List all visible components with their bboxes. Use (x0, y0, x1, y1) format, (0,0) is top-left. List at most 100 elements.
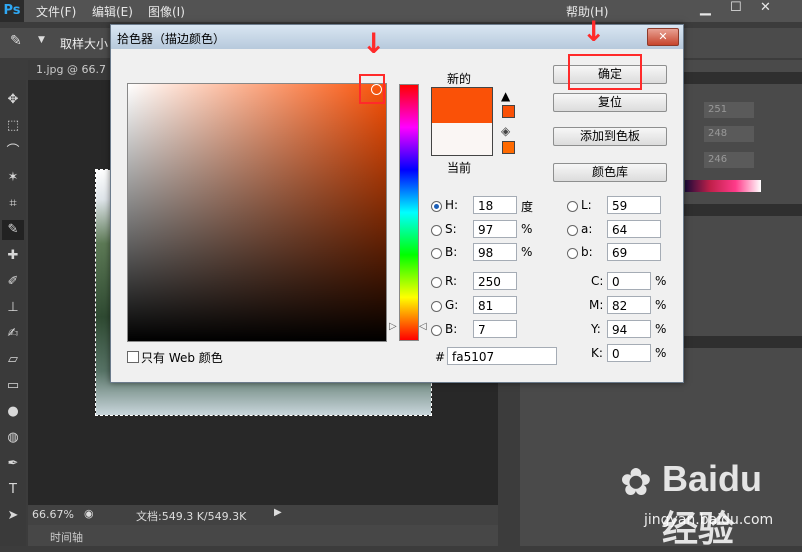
status-menu-arrow-icon[interactable]: ▶ (274, 507, 282, 518)
lab-b-input[interactable]: 69 (607, 243, 661, 261)
web-safe-swatch[interactable] (502, 141, 515, 154)
path-selection-tool-icon[interactable]: ➤ (2, 506, 24, 526)
lab-l-label: L: (581, 198, 592, 212)
eyedropper-tool-icon[interactable]: ✎ (2, 220, 24, 240)
black-label: K: (591, 346, 603, 360)
new-color-swatch (431, 87, 493, 124)
hue-slider[interactable] (399, 84, 419, 341)
magic-wand-tool-icon[interactable]: ✶ (2, 168, 24, 188)
saturation-brightness-field[interactable] (127, 83, 387, 342)
history-brush-tool-icon[interactable]: ✍ (2, 324, 24, 344)
radio-blue[interactable] (431, 325, 442, 336)
move-tool-icon[interactable]: ✥ (2, 90, 24, 110)
photoshop-logo: Ps (0, 0, 24, 22)
hex-label: # (435, 350, 446, 364)
green-label: G: (445, 298, 459, 312)
eyedropper-tool-icon[interactable]: ✎ (10, 33, 22, 49)
hue-label: H: (445, 198, 459, 212)
radio-hue[interactable] (431, 201, 442, 212)
dropdown-arrow-icon[interactable]: ▼ (38, 35, 45, 45)
minimize-icon[interactable]: ▁ (700, 0, 711, 16)
dialog-title: 拾色器（描边颜色） (117, 32, 226, 46)
blur-tool-icon[interactable]: ● (2, 402, 24, 422)
gamut-warning-icon[interactable]: ▲ (501, 89, 510, 103)
gamut-warning-swatch[interactable] (502, 105, 515, 118)
panel-value-field[interactable]: 251 (704, 102, 754, 118)
watermark-url: jingyan.baidu.com (644, 512, 774, 528)
lab-a-label: a: (581, 222, 593, 236)
annotation-arrow-down-icon: ↓ (582, 15, 606, 48)
cyan-input[interactable]: 0 (607, 272, 651, 290)
menu-image[interactable]: 图像(I) (148, 3, 185, 20)
hue-slider-left-arrow-icon[interactable]: ▷ (389, 321, 397, 332)
new-color-label: 新的 (447, 72, 472, 86)
maximize-icon[interactable]: ☐ (730, 0, 742, 15)
green-input[interactable]: 81 (473, 296, 517, 314)
gradient-tool-icon[interactable]: ▭ (2, 376, 24, 396)
dodge-tool-icon[interactable]: ◍ (2, 428, 24, 448)
yellow-label: Y: (591, 322, 601, 336)
brightness-unit: % (521, 245, 533, 259)
hex-input[interactable]: fa5107 (447, 347, 557, 365)
tools-panel: ✥ ⬚ ⌒ ✶ ⌗ ✎ ✚ ✐ ⊥ ✍ ▱ ▭ ● ◍ ✒ T ➤ (0, 80, 26, 546)
healing-brush-tool-icon[interactable]: ✚ (2, 246, 24, 266)
panel-value-field[interactable]: 246 (704, 152, 754, 168)
zoom-readout[interactable]: 66.67% (32, 508, 74, 521)
clone-stamp-tool-icon[interactable]: ⊥ (2, 298, 24, 318)
timeline-label[interactable]: 时间轴 (50, 529, 83, 545)
blue-label: B: (445, 322, 458, 336)
red-input[interactable]: 250 (473, 272, 517, 290)
web-colors-only-checkbox[interactable] (127, 351, 139, 363)
radio-saturation[interactable] (431, 225, 442, 236)
cyan-unit: % (655, 274, 667, 288)
brightness-label: B: (445, 245, 458, 259)
crop-tool-icon[interactable]: ⌗ (2, 194, 24, 214)
hue-slider-right-arrow-icon[interactable]: ◁ (419, 321, 427, 332)
menu-edit[interactable]: 编辑(E) (92, 3, 133, 20)
hue-input[interactable]: 18 (473, 196, 517, 214)
status-info-icon[interactable]: ◉ (84, 507, 94, 520)
black-unit: % (655, 346, 667, 360)
add-to-swatches-button[interactable]: 添加到色板 (553, 127, 667, 146)
close-app-icon[interactable]: ✕ (760, 0, 771, 15)
hue-unit: 度 (521, 200, 534, 214)
radio-green[interactable] (431, 301, 442, 312)
radio-red[interactable] (431, 277, 442, 288)
current-color-swatch[interactable] (431, 123, 493, 156)
web-colors-only-label: 只有 Web 颜色 (141, 351, 223, 365)
menu-file[interactable]: 文件(F) (36, 3, 76, 20)
panel-value-field[interactable]: 248 (704, 126, 754, 142)
saturation-input[interactable]: 97 (473, 220, 517, 238)
timeline-panel: 时间轴 (28, 525, 498, 546)
lab-l-input[interactable]: 59 (607, 196, 661, 214)
annotation-arrow-down-icon: ↓ (362, 27, 386, 60)
radio-lightness[interactable] (567, 201, 578, 212)
yellow-input[interactable]: 94 (607, 320, 651, 338)
saturation-label: S: (445, 222, 457, 236)
sample-size-label: 取样大小 (60, 37, 109, 51)
document-tab[interactable]: 1.jpg @ 66.7 (36, 63, 106, 76)
type-tool-icon[interactable]: T (2, 480, 24, 500)
eraser-tool-icon[interactable]: ▱ (2, 350, 24, 370)
pen-tool-icon[interactable]: ✒ (2, 454, 24, 474)
marquee-tool-icon[interactable]: ⬚ (2, 116, 24, 136)
brightness-input[interactable]: 98 (473, 243, 517, 261)
lasso-tool-icon[interactable]: ⌒ (2, 142, 24, 162)
web-safe-cube-icon[interactable]: ◈ (501, 124, 510, 138)
brush-tool-icon[interactable]: ✐ (2, 272, 24, 292)
annotation-box-ok-button (568, 54, 642, 90)
lab-a-input[interactable]: 64 (607, 220, 661, 238)
radio-lab-b[interactable] (567, 248, 578, 259)
color-libraries-button[interactable]: 颜色库 (553, 163, 667, 182)
radio-brightness[interactable] (431, 248, 442, 259)
saturation-unit: % (521, 222, 533, 236)
dialog-close-button[interactable]: ✕ (647, 28, 679, 46)
current-color-label: 当前 (447, 161, 472, 175)
color-ramp[interactable] (685, 180, 761, 192)
reset-button[interactable]: 复位 (553, 93, 667, 112)
magenta-label: M: (589, 298, 604, 312)
radio-lab-a[interactable] (567, 225, 578, 236)
black-input[interactable]: 0 (607, 344, 651, 362)
blue-input[interactable]: 7 (473, 320, 517, 338)
magenta-input[interactable]: 82 (607, 296, 651, 314)
